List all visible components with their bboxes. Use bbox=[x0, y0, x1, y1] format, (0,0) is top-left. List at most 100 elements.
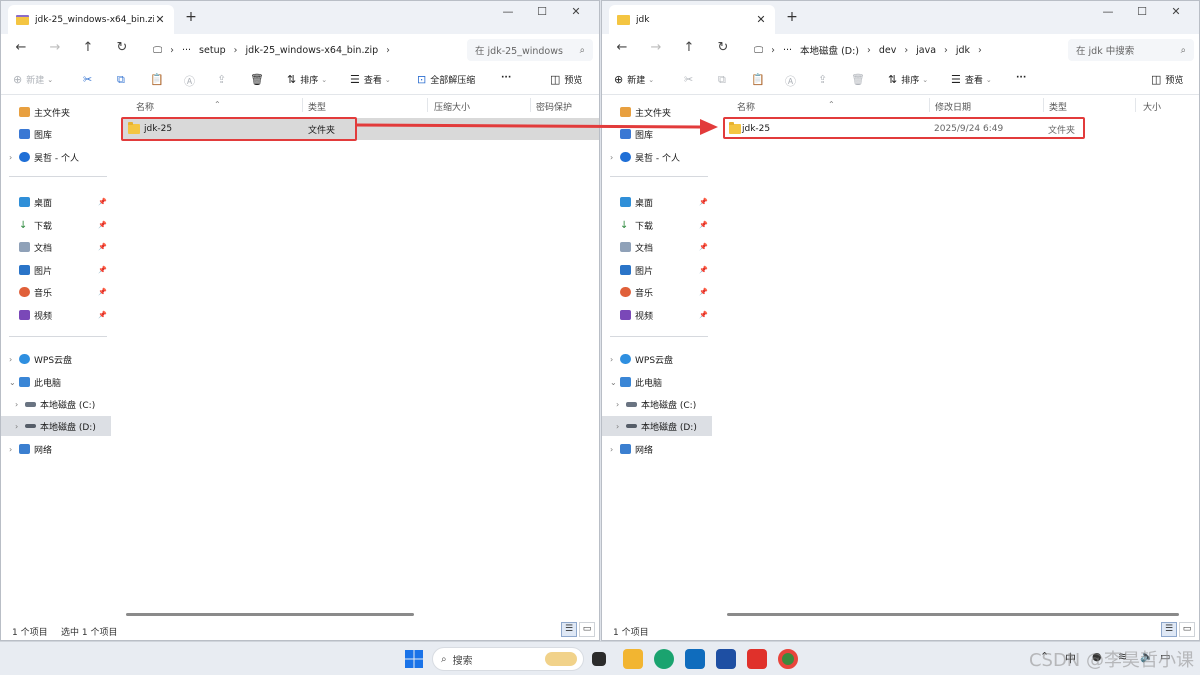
chevron-right-icon[interactable]: › bbox=[616, 422, 626, 431]
delete-button[interactable]: 🗑 bbox=[851, 73, 869, 86]
column-divider[interactable] bbox=[1135, 98, 1136, 112]
chevron-right-icon[interactable]: › bbox=[15, 400, 25, 409]
task-view-icon[interactable] bbox=[592, 652, 606, 666]
sidebar-item-home[interactable]: 主文件夹 bbox=[602, 102, 712, 122]
sidebar-item-music[interactable]: 音乐 📌 bbox=[1, 282, 111, 302]
extract-all-button[interactable]: ⊡ 全部解压缩 bbox=[417, 73, 475, 86]
paste-button[interactable]: 📋 bbox=[751, 73, 769, 86]
up-icon[interactable]: ↑ bbox=[76, 40, 100, 55]
preview-button[interactable]: ◫ 预览 bbox=[550, 73, 582, 86]
tab-jdk[interactable]: jdk ✕ bbox=[609, 5, 775, 34]
copy-button[interactable]: ⧉ bbox=[117, 73, 129, 87]
column-divider[interactable] bbox=[302, 98, 303, 112]
sidebar-item-drive-c[interactable]: › 本地磁盘 (C:) bbox=[602, 394, 712, 414]
tab-zip[interactable]: jdk-25_windows-x64_bin.zip ✕ bbox=[8, 5, 174, 34]
breadcrumb[interactable]: 🖵 › ··· 本地磁盘 (D:) › dev › java › jdk › bbox=[754, 39, 990, 61]
search-input[interactable]: 在 jdk-25_windows ⌕ bbox=[467, 39, 593, 61]
close-window-button[interactable]: ✕ bbox=[1159, 5, 1193, 18]
sort-button[interactable]: ⇅ 排序 ⌄ bbox=[287, 73, 327, 86]
column-compressed-size[interactable]: 压缩大小 bbox=[434, 100, 470, 113]
column-divider[interactable] bbox=[530, 98, 531, 112]
chevron-right-icon[interactable]: › bbox=[616, 400, 626, 409]
chevron-down-icon[interactable]: ⌄ bbox=[610, 378, 620, 387]
sidebar-item-desktop[interactable]: 桌面 📌 bbox=[602, 192, 712, 212]
sidebar-item-pictures[interactable]: 图片 📌 bbox=[602, 260, 712, 280]
cut-button[interactable]: ✂ bbox=[83, 73, 96, 86]
sidebar-item-drive-d[interactable]: › 本地磁盘 (D:) bbox=[602, 416, 712, 436]
crumb-dev[interactable]: dev bbox=[879, 45, 897, 56]
sidebar-item-music[interactable]: 音乐 📌 bbox=[602, 282, 712, 302]
crumb-zip[interactable]: jdk-25_windows-x64_bin.zip bbox=[245, 45, 378, 56]
edge-icon[interactable] bbox=[654, 649, 674, 669]
sidebar-item-network[interactable]: › 网络 bbox=[1, 439, 111, 459]
file-explorer-icon[interactable] bbox=[623, 649, 643, 669]
back-icon[interactable]: ← bbox=[9, 40, 33, 55]
crumb-java[interactable]: java bbox=[916, 45, 936, 56]
sidebar-item-home[interactable]: 主文件夹 bbox=[1, 102, 111, 122]
sidebar-item-cloud[interactable]: › 昊哲 - 个人 bbox=[1, 147, 111, 167]
cut-button[interactable]: ✂ bbox=[684, 73, 697, 86]
more-crumbs-icon[interactable]: ··· bbox=[783, 45, 792, 56]
sidebar-item-thispc[interactable]: ⌄ 此电脑 bbox=[1, 372, 111, 392]
sidebar-item-gallery[interactable]: 图库 bbox=[602, 124, 712, 144]
close-tab-icon[interactable]: ✕ bbox=[154, 13, 166, 26]
more-options-button[interactable]: ··· bbox=[501, 73, 511, 83]
copy-button[interactable]: ⧉ bbox=[718, 73, 730, 87]
chevron-right-icon[interactable]: › bbox=[9, 153, 19, 162]
view-button[interactable]: ☰ 查看 ⌄ bbox=[350, 73, 391, 86]
sidebar-item-network[interactable]: › 网络 bbox=[602, 439, 712, 459]
column-divider[interactable] bbox=[427, 98, 428, 112]
share-button[interactable]: ⇪ bbox=[217, 73, 230, 86]
sidebar-item-wps[interactable]: › WPS云盘 bbox=[1, 349, 111, 369]
back-icon[interactable]: ← bbox=[610, 40, 634, 55]
sidebar-item-gallery[interactable]: 图库 bbox=[1, 124, 111, 144]
sidebar-item-wps[interactable]: › WPS云盘 bbox=[602, 349, 712, 369]
horizontal-scrollbar[interactable] bbox=[126, 613, 414, 616]
sidebar-item-downloads[interactable]: ↓ 下载 📌 bbox=[602, 215, 712, 235]
sidebar-item-drive-d[interactable]: › 本地磁盘 (D:) bbox=[1, 416, 111, 436]
sidebar-item-videos[interactable]: 视频 📌 bbox=[1, 305, 111, 325]
up-icon[interactable]: ↑ bbox=[677, 40, 701, 55]
delete-button[interactable]: 🗑 bbox=[250, 73, 268, 86]
chrome-icon[interactable] bbox=[778, 649, 798, 669]
sidebar-item-thispc[interactable]: ⌄ 此电脑 bbox=[602, 372, 712, 392]
column-size[interactable]: 大小 bbox=[1143, 100, 1161, 113]
share-button[interactable]: ⇪ bbox=[818, 73, 831, 86]
column-type[interactable]: 类型 bbox=[1049, 100, 1067, 113]
crumb-jdk[interactable]: jdk bbox=[956, 45, 970, 56]
chevron-right-icon[interactable]: › bbox=[15, 422, 25, 431]
tiles-view-button[interactable]: ▭ bbox=[579, 622, 595, 637]
rename-button[interactable]: Ⓐ bbox=[184, 73, 199, 89]
start-button[interactable] bbox=[404, 649, 424, 669]
details-view-button[interactable]: ☰ bbox=[1161, 622, 1177, 637]
chevron-down-icon[interactable]: ⌄ bbox=[9, 378, 19, 387]
paste-button[interactable]: 📋 bbox=[150, 73, 168, 86]
chevron-right-icon[interactable]: › bbox=[9, 355, 19, 364]
more-options-button[interactable]: ··· bbox=[1016, 73, 1026, 83]
sidebar-item-cloud[interactable]: › 昊哲 - 个人 bbox=[602, 147, 712, 167]
column-divider[interactable] bbox=[929, 98, 930, 112]
column-name[interactable]: 名称 bbox=[136, 100, 154, 113]
view-button[interactable]: ☰ 查看 ⌄ bbox=[951, 73, 992, 86]
chevron-right-icon[interactable]: › bbox=[610, 445, 620, 454]
store-icon[interactable] bbox=[716, 649, 736, 669]
horizontal-scrollbar[interactable] bbox=[727, 613, 1179, 616]
sidebar-item-videos[interactable]: 视频 📌 bbox=[602, 305, 712, 325]
outlook-icon[interactable] bbox=[685, 649, 705, 669]
column-password[interactable]: 密码保护 bbox=[536, 100, 572, 113]
column-date[interactable]: 修改日期 bbox=[935, 100, 971, 113]
crumb-setup[interactable]: setup bbox=[199, 45, 226, 56]
forward-icon[interactable]: → bbox=[43, 40, 67, 55]
sort-button[interactable]: ⇅ 排序 ⌄ bbox=[888, 73, 928, 86]
sidebar-item-drive-c[interactable]: › 本地磁盘 (C:) bbox=[1, 394, 111, 414]
search-input[interactable]: 在 jdk 中搜索 ⌕ bbox=[1068, 39, 1194, 61]
more-crumbs-icon[interactable]: ··· bbox=[182, 45, 191, 56]
wps-icon[interactable] bbox=[747, 649, 767, 669]
refresh-icon[interactable]: ↻ bbox=[711, 40, 735, 55]
details-view-button[interactable]: ☰ bbox=[561, 622, 577, 637]
tiles-view-button[interactable]: ▭ bbox=[1179, 622, 1195, 637]
chevron-right-icon[interactable]: › bbox=[610, 153, 620, 162]
maximize-button[interactable]: ☐ bbox=[525, 5, 559, 18]
maximize-button[interactable]: ☐ bbox=[1125, 5, 1159, 18]
sidebar-item-documents[interactable]: 文档 📌 bbox=[1, 237, 111, 257]
